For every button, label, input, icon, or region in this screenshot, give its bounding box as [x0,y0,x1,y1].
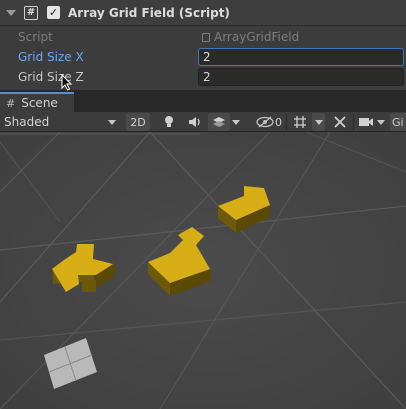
draw-mode-label: Shaded [4,115,50,129]
effects-dropdown-button[interactable] [230,113,242,131]
chevron-down-icon [377,119,385,125]
tools-icon [334,116,346,128]
component-header[interactable]: # ✓ Array Grid Field (Script) [0,0,406,26]
audio-icon [189,117,200,127]
tools-toggle-button[interactable] [330,113,350,131]
gizmos-button[interactable]: Gi [390,113,406,131]
grid-toggle-button[interactable] [290,113,310,131]
property-row-grid-size-x: Grid Size X 2 [0,47,406,67]
audio-toggle-button[interactable] [184,113,206,131]
foldout-arrow-icon[interactable] [6,9,16,16]
camera-icon [359,118,373,126]
property-label: Grid Size Z [18,70,84,84]
camera-settings-button[interactable] [356,113,376,131]
toolbar-separator [353,114,354,130]
script-reference-field: ArrayGridField [198,28,404,46]
script-icon: # [24,5,38,20]
script-asset-icon [202,32,210,42]
scene-toolbar: Shaded 2D 0 Gi [0,112,406,132]
toolbar-separator [286,114,287,130]
scene-tab-bar: # Scene [0,90,406,112]
visibility-icon [256,116,274,128]
grid-icon [294,116,306,128]
script-reference-value: ArrayGridField [214,30,300,44]
effects-toggle-button[interactable] [208,113,230,131]
lighting-toggle-button[interactable] [158,113,180,131]
mouse-cursor-icon [61,74,73,91]
tab-scene-label: Scene [21,96,58,110]
effects-icon [213,117,225,127]
toggle-2d-button[interactable]: 2D [126,113,150,131]
property-label: Script [18,30,53,44]
light-bulb-icon [165,116,173,127]
enable-checkbox[interactable]: ✓ [47,6,60,19]
scene-hash-icon: # [6,96,16,110]
gizmos-label: Gi [392,115,404,129]
chevron-down-icon [232,119,240,125]
component-title: Array Grid Field (Script) [68,5,230,20]
scene-viewport[interactable] [0,132,406,409]
property-row-script: Script ArrayGridField [0,27,406,47]
scene-visibility-button[interactable]: 0 [254,113,284,131]
scene-canvas [0,132,406,409]
grid-dropdown-button[interactable] [312,113,325,131]
chevron-down-icon [108,120,116,125]
tab-scene[interactable]: # Scene [0,92,74,112]
grid-size-x-field[interactable]: 2 [198,48,404,66]
property-label: Grid Size X [18,50,84,64]
chevron-down-icon [314,119,323,125]
camera-dropdown-button[interactable] [375,113,387,131]
hidden-object-count: 0 [275,115,282,129]
grid-size-z-field[interactable]: 2 [198,68,404,86]
draw-mode-dropdown[interactable]: Shaded [2,113,120,131]
toggle-2d-label: 2D [130,115,146,129]
